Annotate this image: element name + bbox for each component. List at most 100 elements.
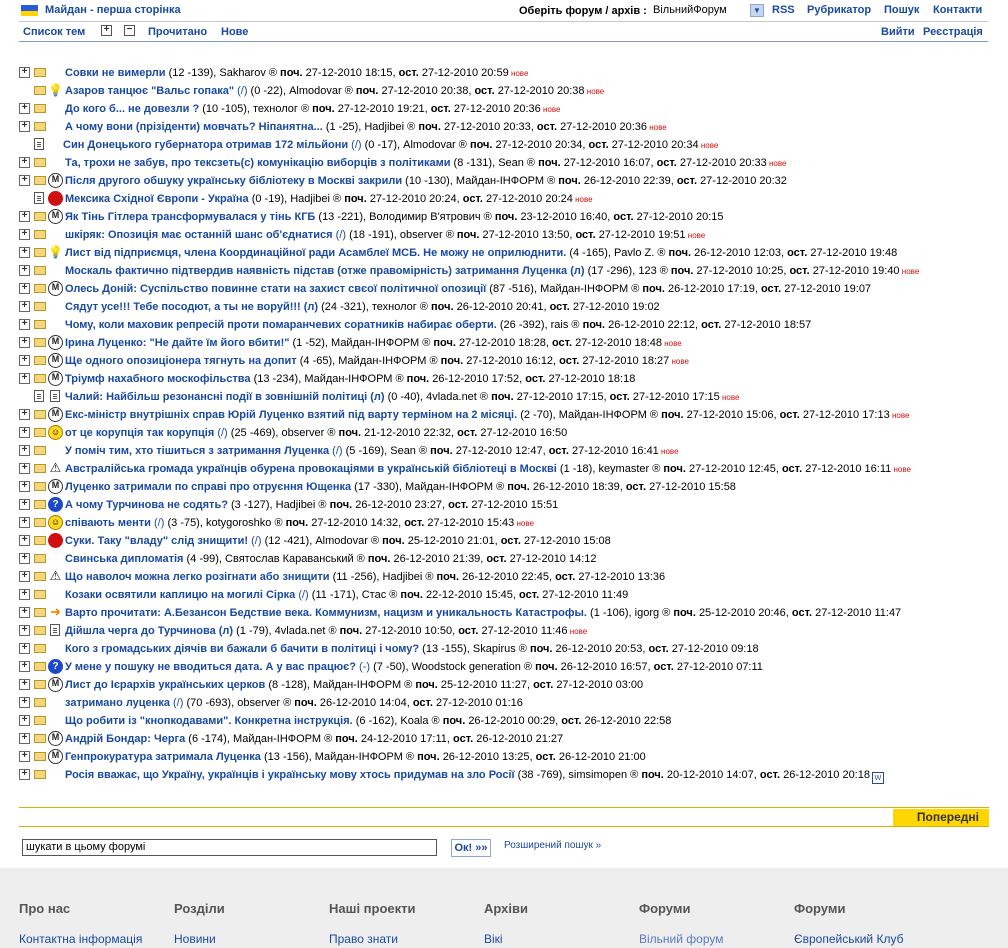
- expand-icon[interactable]: +: [19, 175, 30, 186]
- topics-list-link[interactable]: Список тем: [23, 26, 85, 38]
- topic-title-link[interactable]: Чалий: Найбільш резонансні події в зовні…: [65, 391, 385, 403]
- expand-icon[interactable]: +: [19, 103, 30, 114]
- topic-author[interactable]: simsimopen ®: [568, 769, 638, 781]
- topic-title-link[interactable]: Суки. Таку "владу" слід знищити!: [65, 535, 248, 547]
- expand-icon[interactable]: +: [19, 265, 30, 276]
- register-link[interactable]: Реєстрація: [923, 26, 983, 38]
- forum-search-input[interactable]: шукати в цьому форумі: [22, 839, 437, 856]
- topic-author[interactable]: Майдан-ІНФОРМ ®: [313, 679, 412, 691]
- topic-author[interactable]: Skapirus ®: [473, 643, 527, 655]
- expand-icon[interactable]: +: [19, 553, 30, 564]
- expand-icon[interactable]: +: [19, 481, 30, 492]
- topic-title-link[interactable]: Сядут усе!!! Тебе посодют, а ты не воруй…: [65, 301, 318, 313]
- topic-author[interactable]: Майдан-ІНФОРМ ®: [315, 751, 414, 763]
- topic-author[interactable]: observer ®: [282, 427, 336, 439]
- expand-icon[interactable]: +: [19, 283, 30, 294]
- expand-icon[interactable]: +: [19, 661, 30, 672]
- topic-author[interactable]: 4vlada.net ®: [275, 625, 337, 637]
- topic-title-link[interactable]: Екс-міністр внутрішніх справ Юрій Луценк…: [65, 409, 517, 421]
- topic-author[interactable]: kotygoroshko ®: [206, 517, 283, 529]
- footer-link[interactable]: Право знати: [329, 932, 398, 946]
- expand-icon[interactable]: +: [19, 157, 30, 168]
- topic-author[interactable]: Koala ®: [400, 715, 439, 727]
- footer-link[interactable]: Вікі: [484, 932, 503, 946]
- expand-icon[interactable]: +: [19, 121, 30, 132]
- topic-title-link[interactable]: Росія вважає, що Україну, українців і ук…: [65, 769, 515, 781]
- topic-author[interactable]: igorg ®: [635, 607, 671, 619]
- topic-title-link[interactable]: Як Тінь Гітлера трансформувалася у тінь …: [65, 211, 315, 223]
- topic-author[interactable]: технолог ®: [372, 301, 428, 313]
- expand-icon[interactable]: +: [19, 499, 30, 510]
- expand-icon[interactable]: +: [19, 337, 30, 348]
- rubricator-link[interactable]: Рубрикатор: [807, 4, 871, 16]
- topic-author[interactable]: 123 ®: [638, 265, 668, 277]
- topic-title-link[interactable]: Совки не вимерли: [65, 67, 166, 79]
- topic-title-link[interactable]: Луценко затримали по справі про отруєння…: [65, 481, 351, 493]
- expand-all-icon[interactable]: +: [101, 25, 112, 36]
- footer-link[interactable]: Вільний форум: [639, 932, 724, 946]
- expand-icon[interactable]: +: [19, 301, 30, 312]
- edit-marker[interactable]: (/): [333, 229, 346, 241]
- topic-author[interactable]: технолог ®: [253, 103, 309, 115]
- expand-icon[interactable]: +: [19, 463, 30, 474]
- expand-icon[interactable]: +: [19, 751, 30, 762]
- site-title-link[interactable]: Майдан - перша сторінка: [45, 4, 181, 16]
- topic-author[interactable]: observer ®: [237, 697, 291, 709]
- topic-title-link[interactable]: Син Донецького губернатора отримав 172 м…: [63, 139, 348, 151]
- topic-title-link[interactable]: Чому, коли маховик репресій проти помара…: [65, 319, 497, 331]
- topic-title-link[interactable]: У поміч тим, хто тішиться з затримання Л…: [65, 445, 329, 457]
- topic-author[interactable]: Almodovar ®: [403, 139, 467, 151]
- topic-author[interactable]: Hadjibei ®: [290, 193, 341, 205]
- topic-title-link[interactable]: Москаль фактично підтвердив наявність пі…: [65, 265, 585, 277]
- expand-icon[interactable]: +: [19, 679, 30, 690]
- expand-icon[interactable]: +: [19, 409, 30, 420]
- topic-title-link[interactable]: Мексика Східної Європи - Україна: [65, 193, 249, 205]
- expand-icon[interactable]: +: [19, 715, 30, 726]
- topic-author[interactable]: Святослав Караванський ®: [225, 553, 365, 565]
- topic-title-link[interactable]: Козаки освятили каплицю на могилі Сірка: [65, 589, 295, 601]
- expand-icon[interactable]: +: [19, 229, 30, 240]
- chevron-down-icon[interactable]: ▼: [750, 4, 764, 17]
- topic-title-link[interactable]: Після другого обшуку українську бібліоте…: [65, 175, 402, 187]
- topic-author[interactable]: observer ®: [400, 229, 454, 241]
- contacts-link[interactable]: Контакти: [933, 4, 982, 16]
- expand-icon[interactable]: +: [19, 607, 30, 618]
- topic-author[interactable]: Sean ®: [498, 157, 535, 169]
- topic-title-link[interactable]: Андрій Бондар: Черга: [65, 733, 185, 745]
- topic-title-link[interactable]: затримано луценка: [65, 697, 170, 709]
- new-link[interactable]: Нове: [221, 26, 248, 38]
- footer-link[interactable]: Контактна інформація: [19, 932, 142, 946]
- edit-marker[interactable]: (/): [234, 85, 247, 97]
- topic-title-link[interactable]: Лист від підприємця, члена Координаційно…: [65, 247, 566, 259]
- expand-icon[interactable]: +: [19, 427, 30, 438]
- topic-title-link[interactable]: шкіряк: Опозиція має останній шанс об'єд…: [65, 229, 333, 241]
- previous-page-button[interactable]: Попередні: [893, 809, 989, 826]
- topic-author[interactable]: Майдан-ІНФОРМ ®: [456, 175, 555, 187]
- topic-title-link[interactable]: Азаров танцює "Вальс гопака": [65, 85, 234, 97]
- topic-author[interactable]: Майдан-ІНФОРМ ®: [304, 373, 403, 385]
- edit-marker[interactable]: (-): [356, 661, 370, 673]
- expand-icon[interactable]: +: [19, 571, 30, 582]
- expand-icon[interactable]: +: [19, 247, 30, 258]
- topic-title-link[interactable]: У мене у пошуку не вводиться дата. А у в…: [65, 661, 356, 673]
- search-link[interactable]: Пошук: [884, 4, 919, 16]
- expand-icon[interactable]: +: [19, 373, 30, 384]
- topic-title-link[interactable]: Що наволоч можна легко розігнати або зни…: [65, 571, 330, 583]
- topic-author[interactable]: Pavlo Z. ®: [614, 247, 666, 259]
- topic-title-link[interactable]: Варто прочитати: А.Безансон Бедствие век…: [65, 607, 587, 619]
- expand-icon[interactable]: +: [19, 589, 30, 600]
- edit-marker[interactable]: (/): [248, 535, 261, 547]
- topic-author[interactable]: Woodstock generation ®: [412, 661, 532, 673]
- collapse-all-icon[interactable]: −: [124, 25, 135, 36]
- topic-author[interactable]: Майдан-ІНФОРМ ®: [405, 481, 504, 493]
- attachment-icon[interactable]: W: [871, 772, 884, 784]
- expand-icon[interactable]: +: [19, 67, 30, 78]
- expand-icon[interactable]: +: [19, 535, 30, 546]
- advanced-search-link[interactable]: Розширений пошук »: [504, 840, 601, 851]
- topic-title-link[interactable]: А чому Турчинова не содять?: [65, 499, 228, 511]
- expand-icon[interactable]: +: [19, 625, 30, 636]
- topic-title-link[interactable]: Тріумф нахабного москофільства: [65, 373, 251, 385]
- topic-author[interactable]: keymaster ®: [598, 463, 660, 475]
- topic-author[interactable]: Almodovar ®: [289, 85, 353, 97]
- edit-marker[interactable]: (/): [151, 517, 164, 529]
